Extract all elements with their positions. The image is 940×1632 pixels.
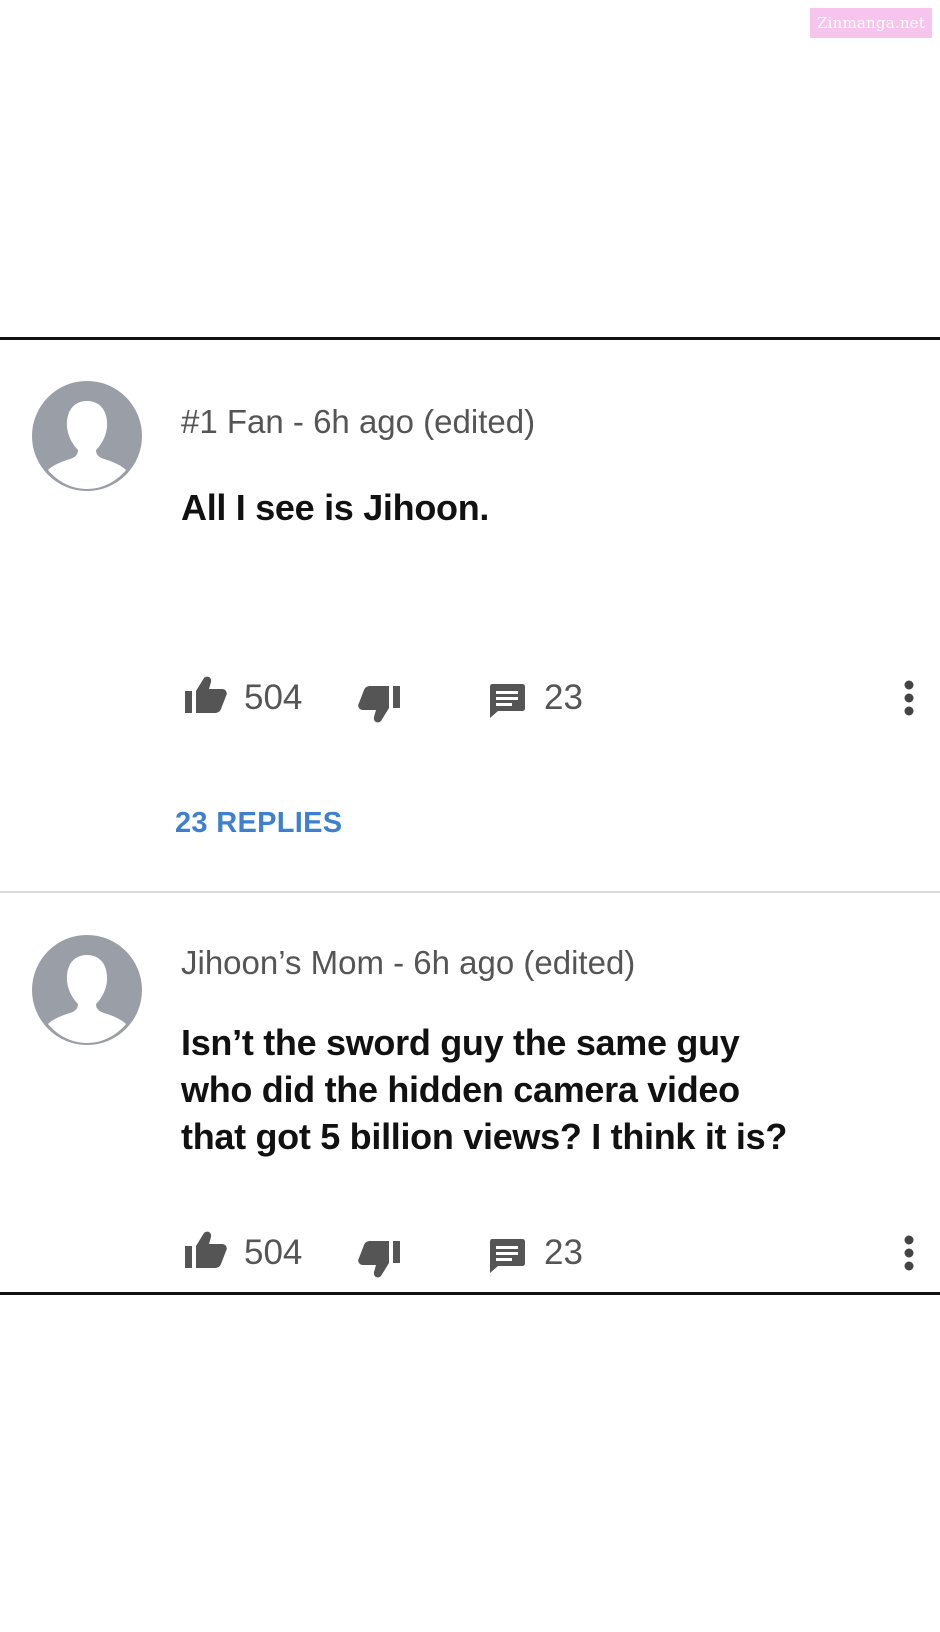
comment-text: Isn’t the sword guy the same guy who did… [181, 1019, 787, 1160]
comment-icon[interactable] [488, 1237, 526, 1275]
like-count: 504 [244, 1233, 303, 1272]
comment-text-line: who did the hidden camera video [181, 1069, 740, 1110]
comment-text-line: All I see is Jihoon. [181, 487, 490, 528]
like-count: 504 [244, 678, 303, 717]
user-avatar-icon[interactable] [32, 381, 142, 491]
top-divider [0, 337, 940, 340]
comment-divider [0, 891, 940, 893]
reply-count: 23 [544, 678, 583, 717]
comment-actions: 504 23 [0, 1228, 940, 1278]
reply-count: 23 [544, 1233, 583, 1272]
comment-text: All I see is Jihoon. [181, 484, 489, 531]
thumbs-down-icon[interactable] [358, 685, 400, 723]
thumbs-up-icon[interactable] [185, 1231, 227, 1269]
more-vertical-icon[interactable] [903, 1235, 915, 1271]
thumbs-up-icon[interactable] [185, 676, 227, 714]
comment-author-meta: Jihoon’s Mom - 6h ago (edited) [181, 944, 636, 981]
thumbs-down-icon[interactable] [358, 1240, 400, 1278]
comment-text-line: that got 5 billion views? I think it is? [181, 1116, 788, 1157]
comment-text-line: Isn’t the sword guy the same guy [181, 1022, 740, 1063]
view-replies-link[interactable]: 23 REPLIES [175, 807, 342, 840]
bottom-divider [0, 1292, 940, 1295]
comment-actions: 504 23 [0, 673, 940, 723]
watermark: Zinmanga.net [810, 8, 932, 38]
more-vertical-icon[interactable] [903, 680, 915, 716]
comment-icon[interactable] [488, 682, 526, 720]
user-avatar-icon[interactable] [32, 935, 142, 1045]
comment-author-meta: #1 Fan - 6h ago (edited) [181, 403, 536, 440]
